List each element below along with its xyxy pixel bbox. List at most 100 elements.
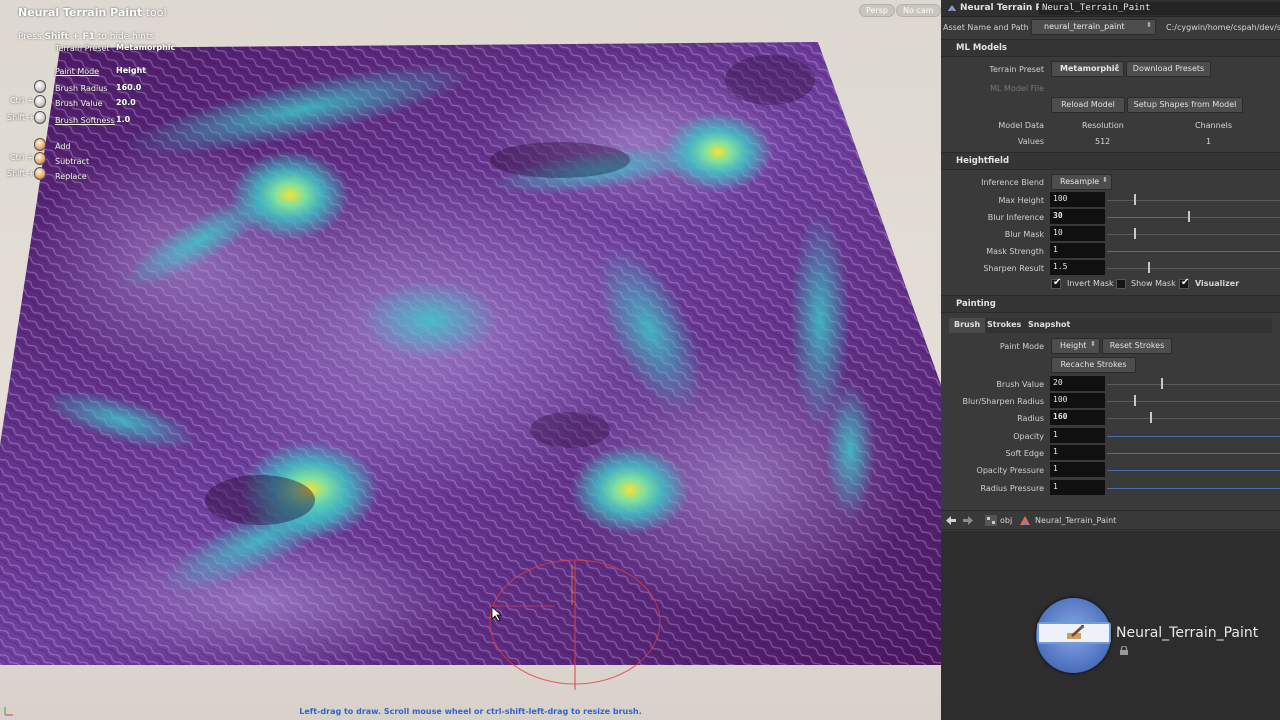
inference-blend-row: Inference Blend Resample ⬍: [941, 174, 1280, 191]
opacity-slider[interactable]: [1107, 436, 1280, 437]
radius-pressure-slider[interactable]: [1107, 488, 1280, 489]
radius-slider[interactable]: [1107, 418, 1280, 419]
hud-replace-label: Replace: [55, 172, 87, 181]
visualizer-checkbox[interactable]: ✔: [1179, 277, 1189, 289]
heightfield-section[interactable]: Heightfield: [941, 152, 1280, 170]
node-name-field[interactable]: Neural_Terrain_Paint: [1039, 2, 1280, 15]
soft-edge-row: Soft Edge 1: [941, 445, 1280, 462]
radius-slider-handle[interactable]: [1150, 412, 1152, 423]
scene-viewport[interactable]: Neural Terrain Paint tool Press Shift + …: [0, 0, 941, 720]
hud-shift-key: Shift +: [7, 169, 35, 178]
terrain-preset-row: Terrain Preset Metamorphic ⬍ Download Pre…: [941, 61, 1280, 78]
mouse-icon: [34, 152, 46, 165]
brush-value-field[interactable]: 20: [1050, 376, 1105, 391]
max-height-field[interactable]: 100: [1050, 192, 1105, 207]
network-view[interactable]: Neural_Terrain_Paint: [941, 531, 1280, 720]
blur-inference-slider-fill: [1107, 217, 1188, 218]
mask-strength-field[interactable]: 1: [1050, 243, 1105, 258]
recache-row: Recache Strokes: [941, 357, 1280, 374]
recache-strokes-button[interactable]: Recache Strokes: [1051, 357, 1136, 373]
mouse-icon: [34, 111, 46, 124]
forward-arrow-icon[interactable]: [963, 516, 973, 525]
ml-models-section[interactable]: ML Models: [941, 39, 1280, 57]
sharpen-result-label: Sharpen Result: [983, 264, 1044, 273]
tab-snapshot[interactable]: Snapshot: [1023, 318, 1075, 333]
model-data-label: Model Data: [998, 121, 1044, 130]
opacity-pressure-slider[interactable]: [1107, 470, 1280, 471]
mask-strength-label: Mask Strength: [986, 247, 1044, 256]
blur-sharpen-radius-row: Blur/Sharpen Radius 100: [941, 393, 1280, 410]
painting-section[interactable]: Painting: [941, 295, 1280, 313]
blur-mask-slider[interactable]: [1107, 234, 1280, 235]
mouse-icon: [34, 167, 46, 180]
hud-ctrl-key: Ctrl +: [10, 153, 34, 162]
resolution-label: Resolution: [1082, 121, 1124, 130]
blur-sharpen-radius-field[interactable]: 100: [1050, 393, 1105, 408]
radius-pressure-row: Radius Pressure 1: [941, 480, 1280, 497]
radius-field[interactable]: 160: [1050, 410, 1105, 425]
camera-menu-button[interactable]: No cam: [896, 4, 941, 17]
ml-model-file-row: ML Model File: [941, 80, 1280, 97]
brush-value-slider[interactable]: [1107, 384, 1280, 385]
reset-strokes-button[interactable]: Reset Strokes: [1102, 338, 1172, 354]
blur-inference-field[interactable]: 30: [1050, 209, 1105, 224]
hud-paint-mode-value: Height: [116, 66, 147, 75]
node-type-icon: [1020, 516, 1030, 525]
hud-brush-value-label: Brush Value: [55, 99, 103, 108]
blur-sharpen-radius-label: Blur/Sharpen Radius: [962, 397, 1044, 406]
blur-sharpen-radius-slider[interactable]: [1107, 401, 1280, 402]
hud-brush-value-value: 20.0: [116, 98, 136, 107]
soft-edge-field[interactable]: 1: [1050, 445, 1105, 460]
soft-edge-slider[interactable]: [1107, 453, 1280, 454]
inference-blend-menu[interactable]: Resample ⬍: [1051, 174, 1112, 190]
mask-toggles-row: ✔ Invert Mask Show Mask ✔ Visualizer: [941, 277, 1280, 295]
download-presets-button[interactable]: Download Presets: [1126, 61, 1211, 77]
back-arrow-icon[interactable]: [946, 516, 956, 525]
invert-mask-checkbox[interactable]: ✔: [1051, 277, 1061, 289]
network-node[interactable]: [1037, 622, 1111, 644]
blur-inference-slider-handle[interactable]: [1188, 211, 1190, 222]
hud-shift-key: Shift +: [7, 113, 35, 122]
path-node[interactable]: Neural_Terrain_Paint: [1035, 516, 1116, 525]
hud-terrain-preset-value: Metamorphic: [116, 43, 176, 52]
channels-value: 1: [1206, 137, 1212, 146]
reload-model-button[interactable]: Reload Model: [1051, 97, 1125, 113]
blur-mask-field[interactable]: 10: [1050, 226, 1105, 241]
opacity-pressure-label: Opacity Pressure: [976, 466, 1044, 475]
blur-sharpen-radius-slider-handle[interactable]: [1134, 395, 1136, 406]
opacity-field[interactable]: 1: [1050, 428, 1105, 443]
opacity-pressure-field[interactable]: 1: [1050, 462, 1105, 477]
tab-strokes[interactable]: Strokes: [982, 318, 1026, 333]
brush-value-slider-handle[interactable]: [1161, 378, 1163, 389]
brush-value-label: Brush Value: [996, 380, 1044, 389]
max-height-row: Max Height 100: [941, 192, 1280, 209]
model-values-row: Values 512 1: [941, 134, 1280, 151]
radius-pressure-field[interactable]: 1: [1050, 480, 1105, 495]
network-path-bar: obj Neural_Terrain_Paint: [941, 510, 1280, 530]
perspective-menu-button[interactable]: Persp: [859, 4, 895, 17]
node-header: Neural Terrain Paint Neural_Terrain_Pain…: [941, 0, 1280, 17]
soft-edge-label: Soft Edge: [1005, 449, 1044, 458]
paint-mode-menu[interactable]: Height ⬍: [1051, 338, 1100, 354]
hud-brush-radius-value: 160.0: [116, 83, 142, 92]
blur-mask-slider-handle[interactable]: [1134, 228, 1136, 239]
sharpen-result-slider-handle[interactable]: [1148, 262, 1150, 273]
lock-icon[interactable]: [1120, 646, 1128, 655]
terrain-preset-menu[interactable]: Metamorphic ⬍: [1051, 61, 1124, 77]
blur-mask-row: Blur Mask 10: [941, 226, 1280, 243]
parameter-panel: Neural Terrain Paint Neural_Terrain_Pain…: [941, 0, 1280, 720]
hud-brush-radius-label: Brush Radius: [55, 84, 108, 93]
show-mask-checkbox[interactable]: [1116, 279, 1126, 289]
sharpen-result-field[interactable]: 1.5: [1050, 260, 1105, 275]
terrain-heightfield[interactable]: [0, 0, 941, 720]
max-height-slider-handle[interactable]: [1134, 194, 1136, 205]
values-label: Values: [1017, 137, 1044, 146]
sharpen-result-slider[interactable]: [1107, 268, 1280, 269]
tab-brush[interactable]: Brush: [949, 318, 986, 333]
asset-name-menu[interactable]: neural_terrain_paint ⬍: [1031, 19, 1156, 35]
setup-shapes-button[interactable]: Setup Shapes from Model: [1127, 97, 1243, 113]
path-obj[interactable]: obj: [1000, 516, 1012, 525]
mask-strength-slider[interactable]: [1107, 251, 1280, 252]
asset-path-text[interactable]: C:/cygwin/home/cspah/dev/src: [1166, 23, 1280, 32]
max-height-slider[interactable]: [1107, 200, 1280, 201]
